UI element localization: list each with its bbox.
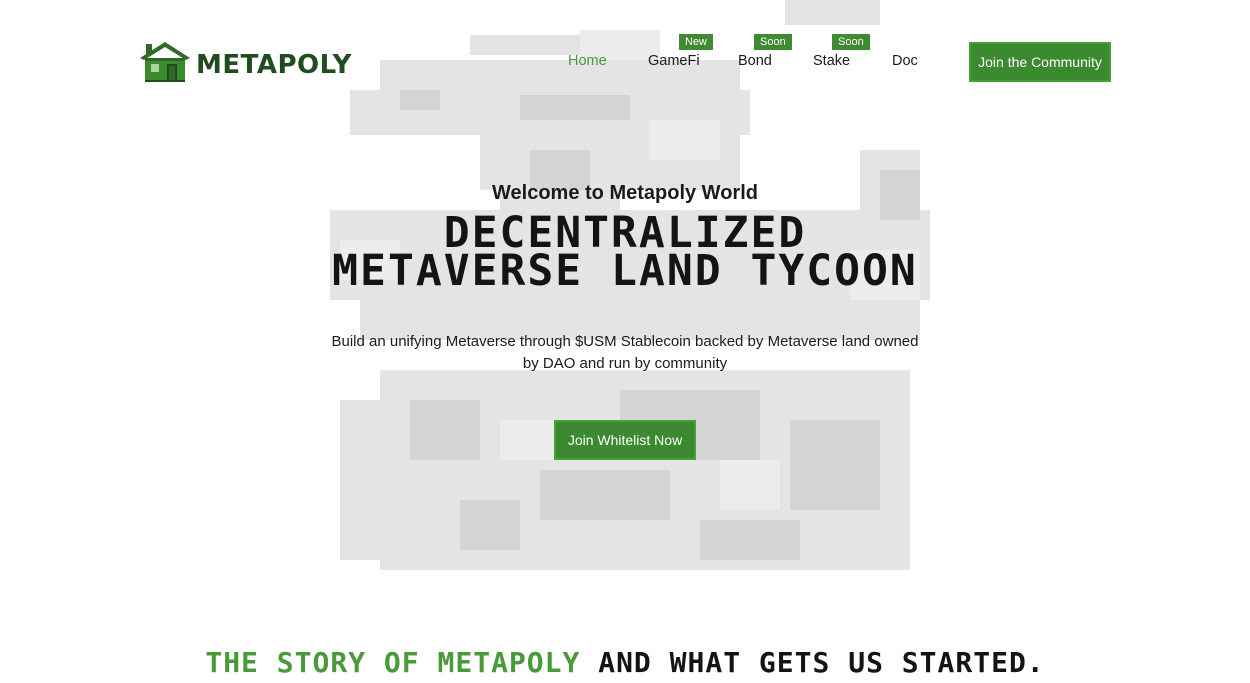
soon-badge-stake: Soon (832, 34, 870, 50)
soon-badge-bond: Soon (754, 34, 792, 50)
join-whitelist-button[interactable]: Join Whitelist Now (554, 420, 696, 460)
hero-description: Build an unifying Metaverse through $USM… (331, 333, 919, 372)
hero-title: DECENTRALIZED METAVERSE LAND TYCOON (0, 212, 1250, 296)
nav-item-home[interactable]: Home (568, 53, 607, 69)
page: METAPOLY Home New GameFi Soon Bond Soon … (0, 0, 1250, 683)
join-community-button[interactable]: Join the Community (969, 42, 1111, 82)
nav-item-doc[interactable]: Doc (892, 53, 918, 69)
site-header: METAPOLY Home New GameFi Soon Bond Soon … (0, 0, 1250, 110)
story-heading-green: THE STORY OF METAPOLY (205, 646, 581, 679)
hero-subtitle: Welcome to Metapoly World (492, 182, 758, 204)
story-heading: THE STORY OF METAPOLY AND WHAT GETS US S… (0, 647, 1250, 679)
hero-title-line-2: METAVERSE LAND TYCOON (332, 246, 918, 296)
nav-item-bond[interactable]: Bond (738, 53, 772, 69)
story-heading-dark: AND WHAT GETS US STARTED. (598, 646, 1045, 679)
main-nav: Home New GameFi Soon Bond Soon Stake Doc… (0, 0, 1250, 100)
nav-item-gamefi[interactable]: GameFi (648, 53, 700, 69)
new-badge: New (679, 34, 714, 50)
nav-item-stake[interactable]: Stake (813, 53, 850, 69)
